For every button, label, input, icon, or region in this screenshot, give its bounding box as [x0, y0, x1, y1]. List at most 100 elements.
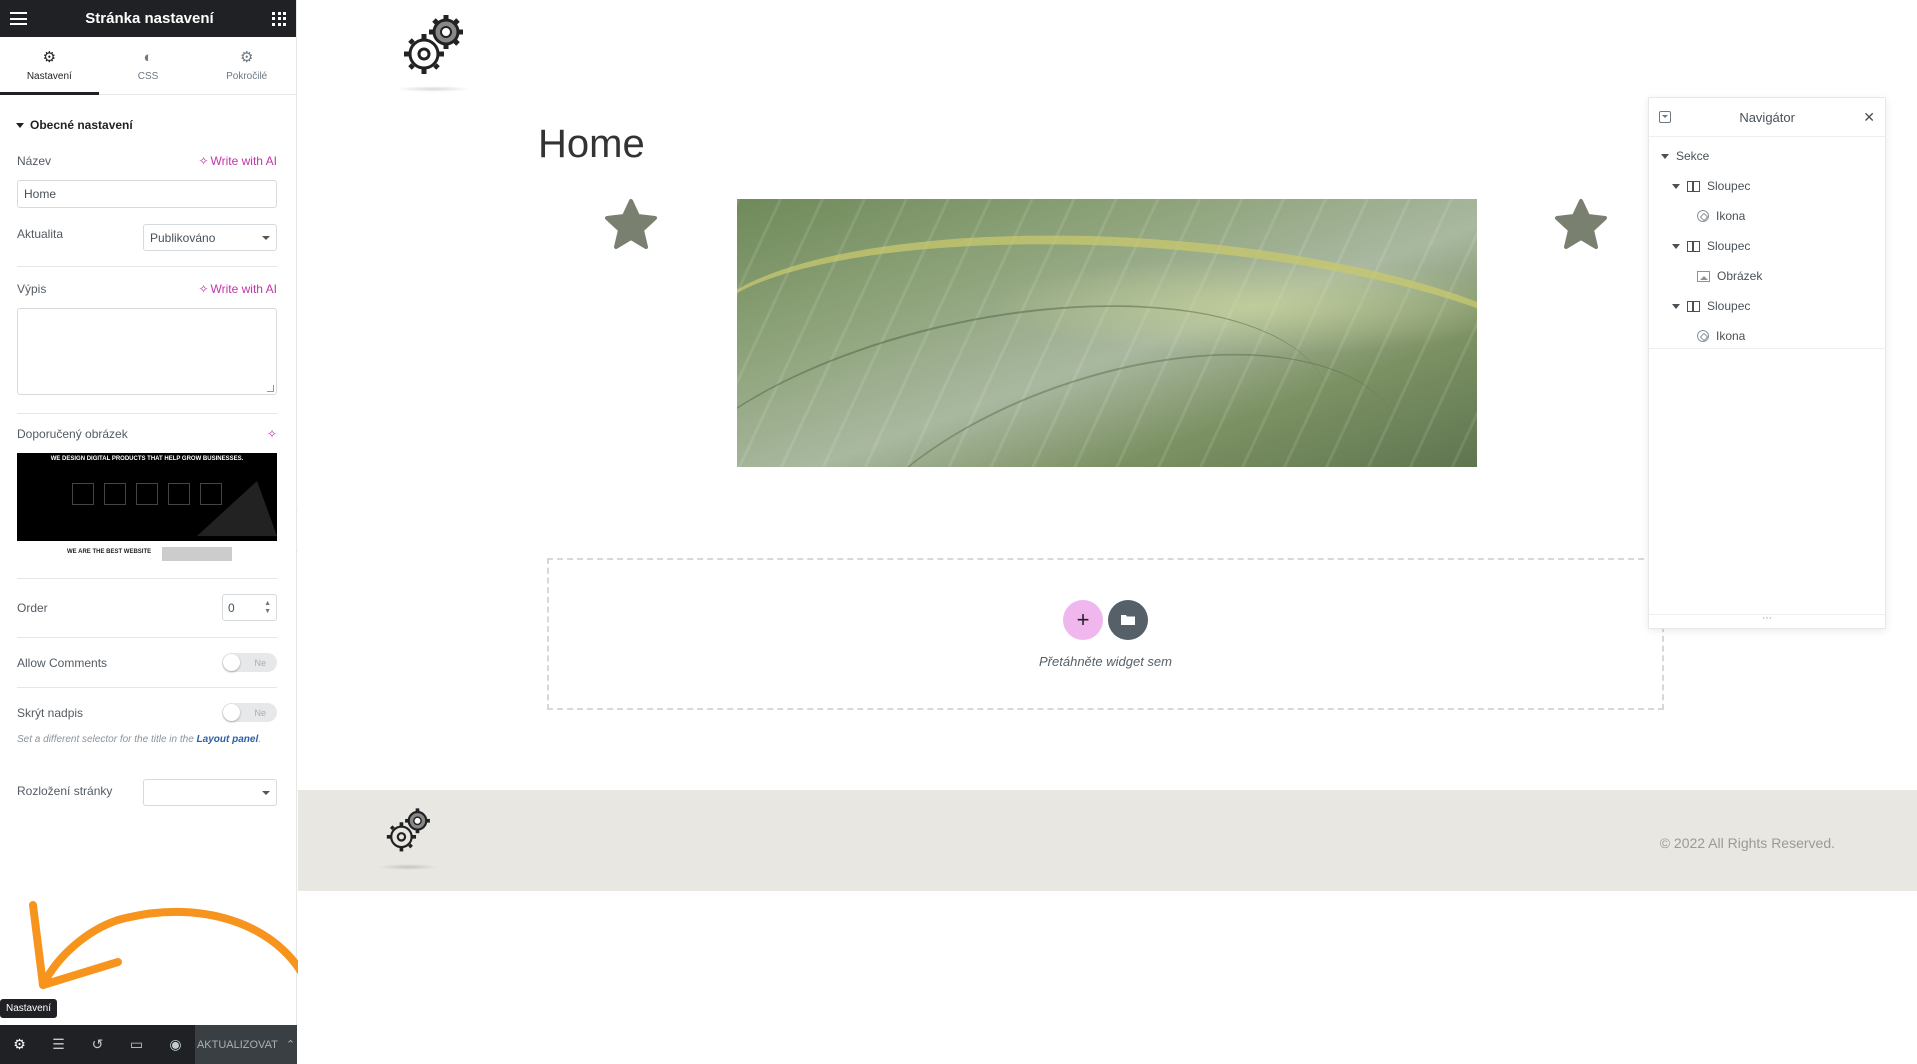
hamburger-menu-icon[interactable] [10, 12, 27, 25]
excerpt-write-with-ai-button[interactable]: ✧ Write with AI [198, 282, 277, 296]
sparkle-icon: ✧ [266, 427, 277, 441]
status-value: Publikováno [150, 230, 216, 245]
resize-handle-icon[interactable] [267, 385, 274, 392]
page-canvas: Home + Přetáhněte widget sem © 2022 All … [298, 0, 1917, 1064]
nav-item-icon-widget[interactable]: Ikona [1649, 201, 1885, 231]
hide-title-toggle[interactable]: Ne [222, 703, 277, 722]
column-icon [1687, 240, 1700, 252]
divider [17, 578, 277, 579]
star-icon[interactable] [604, 198, 658, 250]
dropzone-buttons: + [1063, 599, 1148, 640]
nav-item-section[interactable]: Sekce [1649, 141, 1885, 171]
column-icon [1687, 300, 1700, 312]
caret-down-icon[interactable] [1672, 243, 1680, 249]
gear-icon: ⚙ [42, 48, 57, 66]
column-icon [1687, 180, 1700, 192]
add-section-button[interactable]: + [1063, 599, 1103, 640]
hide-title-help: Set a different selector for the title i… [17, 732, 267, 748]
site-footer[interactable]: © 2022 All Rights Reserved. [298, 790, 1917, 891]
close-icon[interactable]: ✕ [1863, 109, 1875, 126]
nav-item-label: Sloupec [1707, 299, 1751, 313]
excerpt-textarea[interactable] [17, 308, 277, 395]
nav-item-image-widget[interactable]: Obrázek [1649, 261, 1885, 291]
tab-label: Nastavení [26, 70, 72, 82]
divider [1649, 348, 1885, 349]
status-select[interactable]: Publikováno [143, 224, 277, 251]
hide-title-label: Skrýt nadpis [17, 705, 84, 720]
update-button[interactable]: AKTUALIZOVAT ⌃ [195, 1025, 297, 1064]
nav-item-label: Ikona [1716, 209, 1746, 223]
settings-tooltip: Nastavení [0, 999, 58, 1018]
history-icon[interactable]: ↺ [78, 1025, 117, 1064]
divider [17, 637, 277, 638]
chevron-up-icon[interactable]: ⌃ [286, 1038, 295, 1051]
logo-shadow [395, 86, 471, 92]
title-row: Název ✧ Write with AI [17, 154, 277, 168]
stepper-arrows-icon[interactable]: ▲ ▼ [264, 600, 271, 616]
nav-item-column[interactable]: Sloupec [1649, 291, 1885, 321]
half-circle-icon: ◐ [143, 48, 153, 66]
toggle-knob [223, 704, 240, 721]
panel-title: Stránka nastavení [85, 10, 214, 27]
nav-item-icon-widget[interactable]: Ikona [1649, 321, 1885, 351]
template-library-button[interactable] [1108, 599, 1148, 640]
order-label: Order [17, 600, 48, 615]
order-stepper[interactable]: 0 ▲ ▼ [222, 594, 277, 621]
leaf-image[interactable] [737, 199, 1477, 467]
excerpt-row: Výpis ✧ Write with AI [17, 282, 277, 296]
caret-down-icon[interactable] [1661, 153, 1669, 159]
navigator-tree: Sekce Sloupec Ikona Sloupec Obrázek Slou… [1649, 137, 1885, 355]
write-ai-label: Write with AI [210, 282, 277, 296]
featured-image-preview[interactable]: WE DESIGN DIGITAL PRODUCTS THAT HELP GRO… [17, 453, 277, 563]
featured-image-heading: WE DESIGN DIGITAL PRODUCTS THAT HELP GRO… [50, 456, 244, 462]
help-text-suffix: . [258, 734, 262, 745]
nav-item-column[interactable]: Sloupec [1649, 231, 1885, 261]
divider [17, 687, 277, 688]
status-label: Aktualita [17, 227, 64, 241]
layout-select[interactable] [143, 779, 277, 806]
widgets-grid-icon[interactable] [272, 11, 286, 26]
chevron-down-icon [262, 790, 270, 795]
star-icon[interactable] [1554, 198, 1608, 250]
responsive-icon[interactable]: ▭ [117, 1025, 156, 1064]
site-logo-gears-icon[interactable] [396, 12, 470, 80]
tab-advanced[interactable]: ⚙ Pokročilé [197, 37, 296, 94]
tab-label: CSS [137, 70, 159, 82]
nav-item-column[interactable]: Sloupec [1649, 171, 1885, 201]
title-input[interactable]: Home [17, 180, 277, 208]
comments-toggle[interactable]: Ne [222, 653, 277, 672]
navigator-header[interactable]: Navigátor ✕ [1649, 98, 1885, 137]
write-ai-label: Write with AI [210, 154, 277, 168]
tab-css[interactable]: ◐ CSS [99, 37, 198, 94]
layers-icon[interactable]: ☰ [39, 1025, 78, 1064]
chevron-down-icon [262, 235, 270, 240]
sparkle-icon: ✧ [198, 282, 209, 296]
layout-panel-link[interactable]: Layout panel [197, 734, 259, 745]
nav-item-label: Sekce [1676, 149, 1710, 163]
caret-down-icon[interactable] [1672, 183, 1680, 189]
settings-gear-icon[interactable]: ⚙ [0, 1025, 39, 1064]
featured-ai-button[interactable]: ✧ [267, 427, 277, 441]
navigator-resize-handle[interactable]: ⋯ [1649, 614, 1885, 628]
write-with-ai-button[interactable]: ✧ Write with AI [198, 154, 277, 168]
icon-widget-icon [1697, 330, 1709, 342]
widget-dropzone[interactable]: + Přetáhněte widget sem [547, 558, 1664, 710]
divider [17, 266, 277, 267]
page-title[interactable]: Home [538, 122, 645, 167]
nav-item-label: Ikona [1716, 329, 1746, 343]
section-general-settings[interactable]: Obecné nastavení [0, 95, 296, 137]
tab-settings[interactable]: ⚙ Nastavení [0, 37, 99, 95]
title-label: Název [17, 154, 52, 168]
image-icon [1697, 270, 1710, 282]
toggle-label: Ne [254, 707, 266, 718]
caret-down-icon [16, 122, 24, 128]
preview-eye-icon[interactable]: ◉ [156, 1025, 195, 1064]
plus-icon: + [1076, 606, 1090, 632]
footer-logo-gears-icon[interactable] [381, 806, 435, 856]
caret-down-icon[interactable] [1672, 303, 1680, 309]
collapse-all-icon[interactable] [1659, 111, 1671, 123]
nav-item-label: Obrázek [1717, 269, 1763, 283]
order-row: Order 0 ▲ ▼ [17, 594, 277, 621]
featured-image-thumbnail [162, 547, 232, 561]
footer-copyright: © 2022 All Rights Reserved. [1659, 835, 1835, 851]
